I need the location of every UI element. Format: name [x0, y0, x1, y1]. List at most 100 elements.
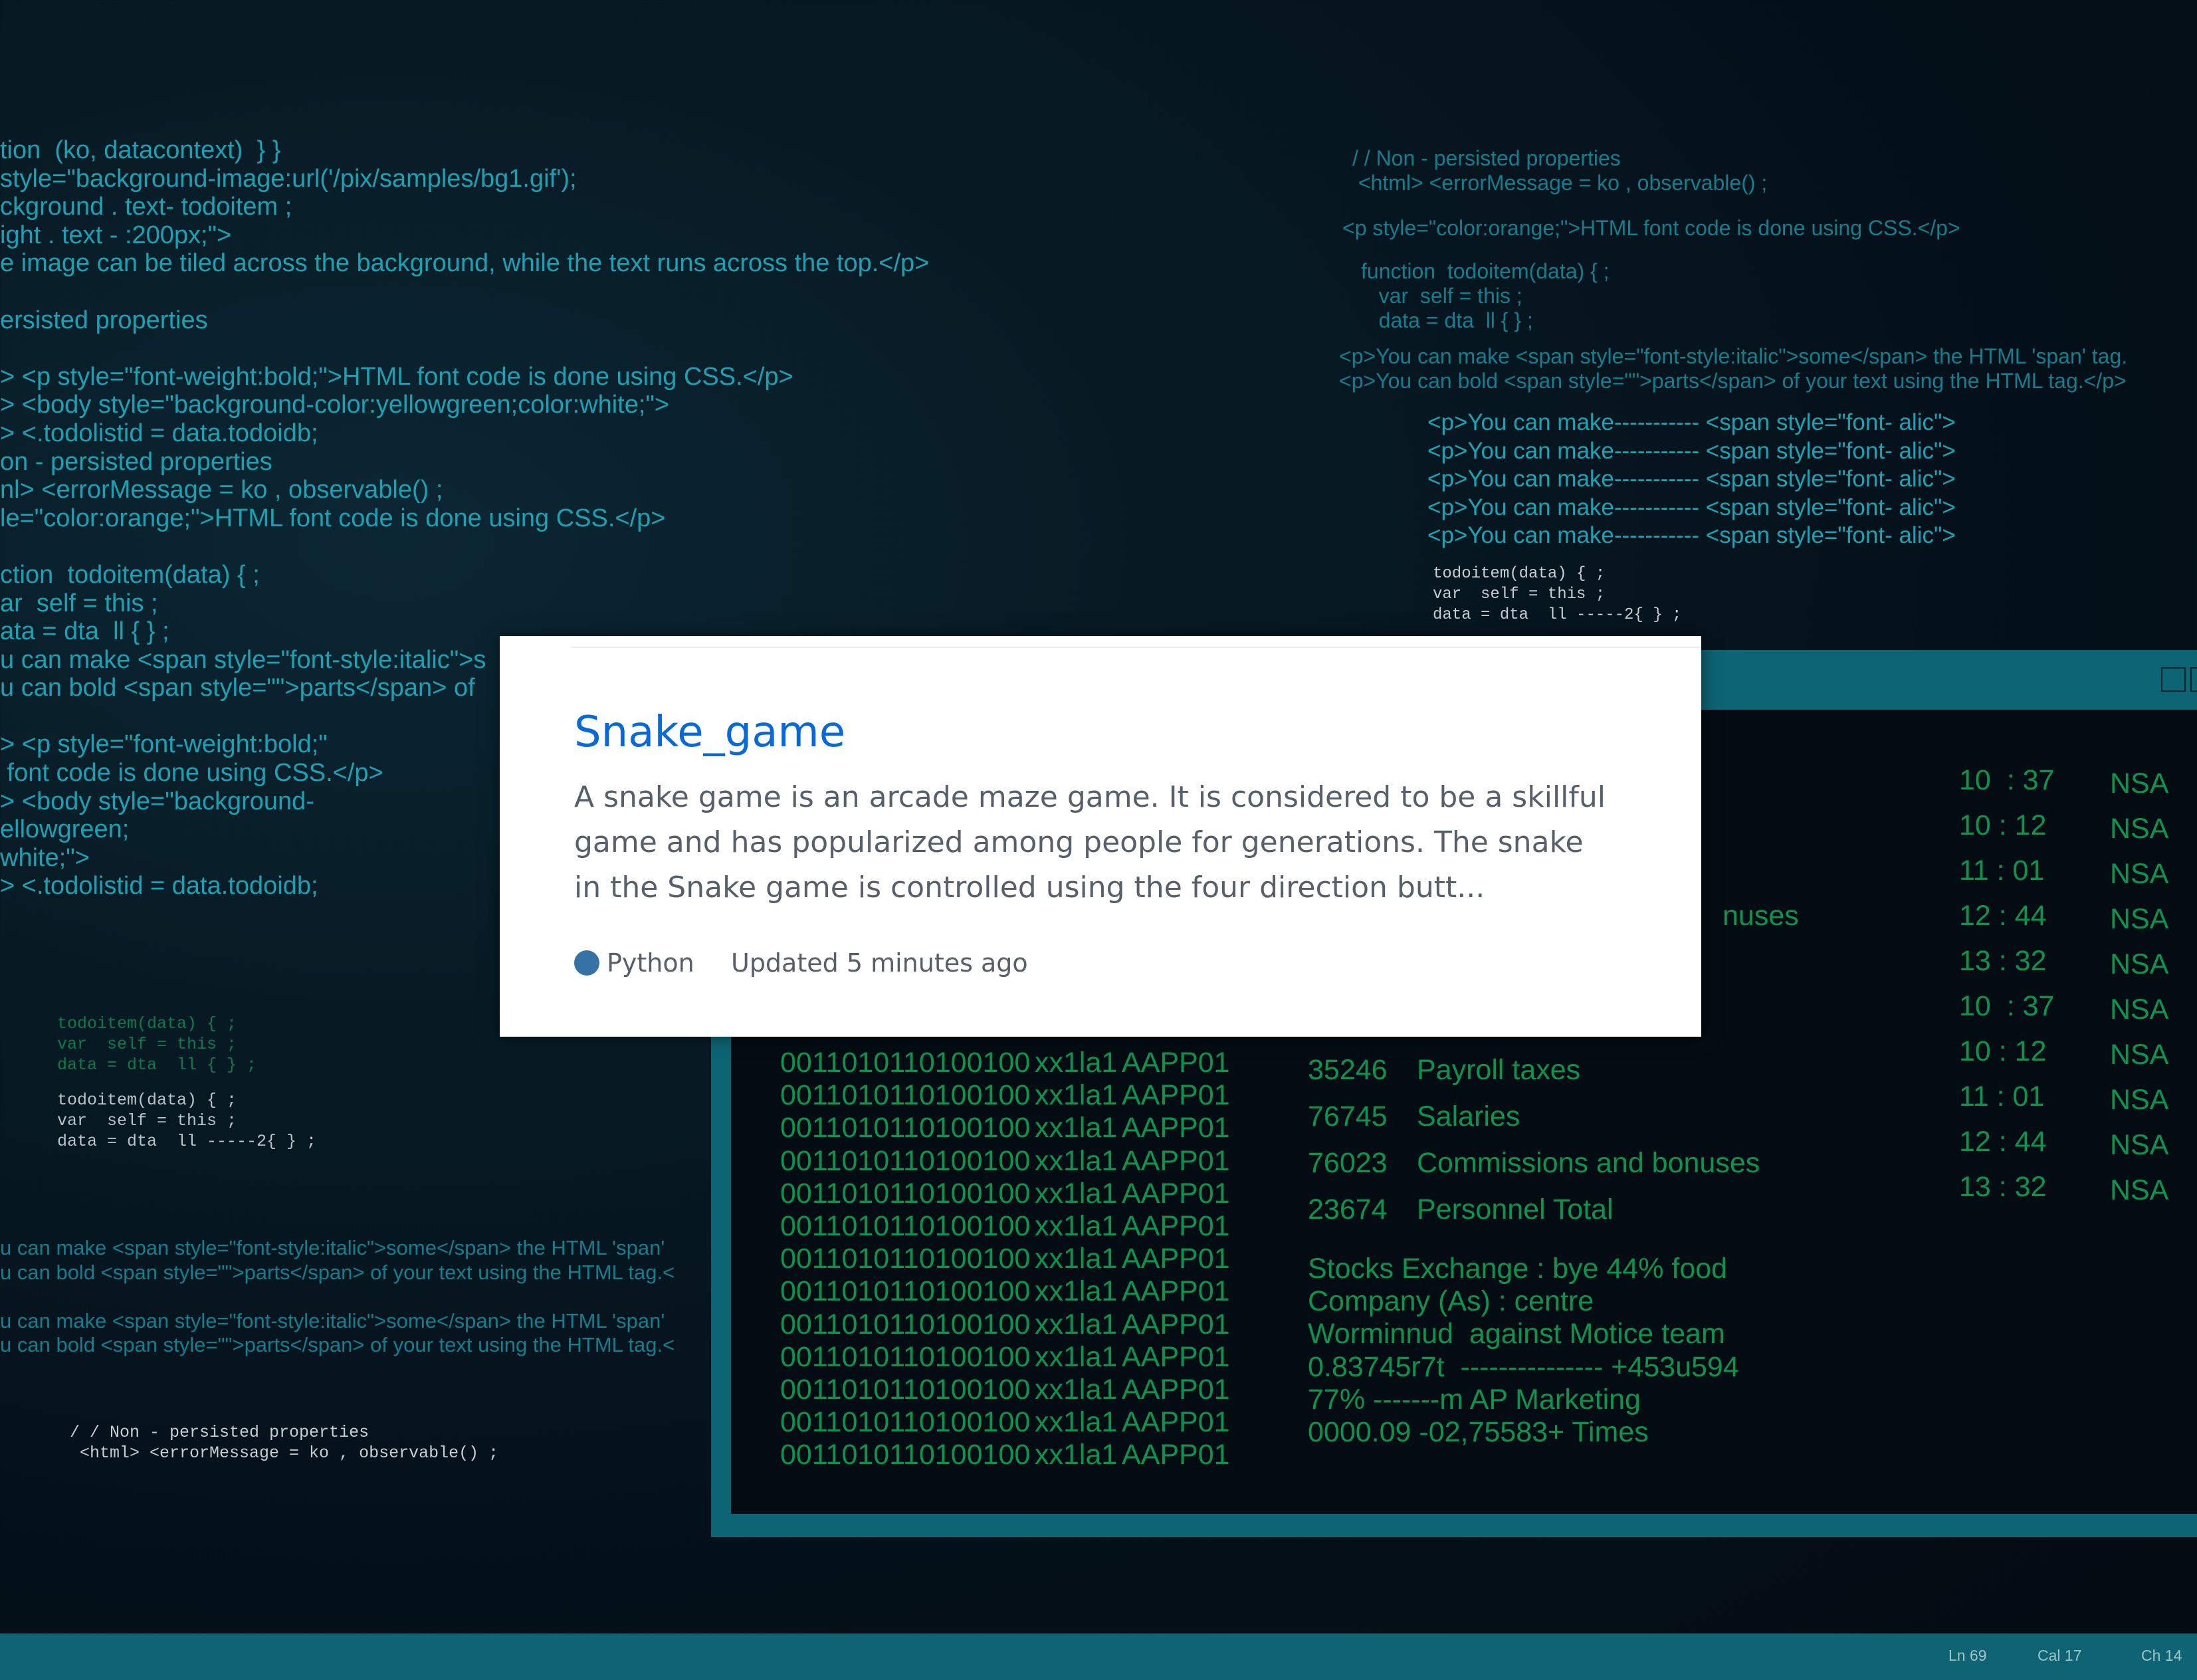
nsa-cell: NSA: [2110, 768, 2169, 799]
code-line-right-p: <p style="color:orange;">HTML font code …: [1342, 216, 1960, 240]
code-line: ersisted properties: [0, 306, 208, 334]
binary-cell: 0011010110100100: [780, 1177, 1031, 1209]
code-block-right-function: function todoitem(data) { ; var self = t…: [1361, 259, 1610, 333]
code-line: tion (ko, datacontext) } }: [0, 136, 281, 164]
time-cell: 13 : 32: [1959, 945, 2047, 977]
account-number: 76745: [1308, 1101, 1388, 1132]
code-line: data = dta ll { } ;: [1361, 308, 1533, 332]
app-cell: AAPP01: [1122, 1374, 1230, 1406]
status-line: Ln 69: [1948, 1647, 1987, 1664]
nsa-cell: NSA: [2110, 1174, 2169, 1206]
nsa-cell: NSA: [2110, 1039, 2169, 1071]
code-line: nl> <errorMessage = ko , observable() ;: [0, 476, 443, 504]
code-line: u can make <span style="font-style:itali…: [0, 1309, 665, 1332]
xx-cell: xx1la1: [1035, 1079, 1118, 1112]
account-name: Personnel Total: [1417, 1194, 1614, 1225]
nsa-column: NSA NSA NSA NSA NSA NSA NSA NSA NSA NSA: [2110, 761, 2168, 1213]
code-line: style="background-image:url('/pix/sample…: [0, 164, 577, 193]
repo-title-link[interactable]: Snake_game: [574, 708, 845, 757]
code-line: data = dta ll { } ;: [57, 1055, 257, 1075]
code-block-left-small-green: todoitem(data) { ; var self = this ; data …: [57, 1013, 257, 1075]
code-line: <html> <errorMessage = ko , observable()…: [1352, 171, 1768, 195]
code-line: > <p style="font-weight:bold;">HTML font…: [0, 362, 793, 391]
time-column: 10 : 37 10 : 12 11 : 01 12 : 44 13 : 32 10 : …: [1959, 758, 2054, 1209]
code-line: <p>You can make----------- <span style="…: [1427, 494, 1956, 520]
xx-cell: xx1la1: [1035, 1144, 1118, 1177]
app-cell: AAPP01: [1122, 1308, 1230, 1340]
language-color-icon: [574, 950, 599, 976]
code-block-right-top: / / Non - persisted properties <html> <e…: [1352, 146, 1767, 195]
code-line: data = dta ll -----2{ } ;: [1433, 606, 1682, 624]
code-block-right-spans: <p>You can make <span style="font-style:…: [1339, 344, 2127, 393]
stocks-line: Company (As) : centre: [1308, 1285, 1594, 1318]
account-name: Salaries: [1417, 1101, 1520, 1132]
binary-cell: 0011010110100100: [780, 1340, 1031, 1373]
xx-column: xx1la1 xx1la1 xx1la1 xx1la1 xx1la1 xx1la1 xx1l…: [1035, 1047, 1117, 1472]
nsa-cell: NSA: [2110, 813, 2169, 845]
stocks-line: 0.83745r7t --------------- +453u594: [1308, 1350, 1739, 1383]
time-cell: 11 : 01: [1959, 855, 2045, 887]
code-line: / / Non - persisted properties: [70, 1423, 369, 1442]
code-line: / / Non - persisted properties: [1352, 146, 1621, 170]
code-block-left-small-grey: todoitem(data) { ; var self = this ; data …: [57, 1090, 316, 1152]
code-line: var self = this ;: [1433, 585, 1606, 603]
app-cell: AAPP01: [1122, 1340, 1230, 1373]
code-line: <p>You can make <span style="font-style:…: [1339, 344, 2128, 368]
xx-cell: xx1la1: [1035, 1177, 1118, 1209]
account-number: 76023: [1308, 1147, 1388, 1179]
code-line: <p>You can make----------- <span style="…: [1427, 466, 1956, 492]
code-line: data = dta ll -----2{ } ;: [57, 1132, 317, 1151]
app-cell: AAPP01: [1122, 1079, 1230, 1112]
nsa-cell: NSA: [2110, 1084, 2169, 1116]
app-cell: AAPP01: [1122, 1047, 1230, 1079]
stocks-line: Worminnud against Motice team: [1308, 1318, 1725, 1350]
card-divider: [572, 647, 1701, 648]
code-line: ckground . text- todoitem ;: [0, 193, 292, 221]
time-cell: 12 : 44: [1959, 900, 2047, 932]
app-cell: AAPP01: [1122, 1210, 1230, 1243]
code-line: var self = this ;: [57, 1111, 237, 1130]
binary-cell: 0011010110100100: [780, 1243, 1031, 1275]
code-line: <p>You can make----------- <span style="…: [1427, 409, 1956, 435]
time-cell: 10 : 12: [1959, 809, 2047, 841]
code-line: todoitem(data) { ;: [1433, 565, 1606, 583]
app-cell: AAPP01: [1122, 1243, 1230, 1275]
account-name-partial: nuses: [1723, 900, 1799, 932]
xx-cell: xx1la1: [1035, 1374, 1118, 1406]
code-line: e image can be tiled across the backgrou…: [0, 249, 930, 278]
code-line: ar self = this ;: [0, 589, 158, 617]
account-name: Commissions and bonuses: [1417, 1147, 1760, 1179]
close-icon[interactable]: [2190, 667, 2197, 692]
binary-cell: 0011010110100100: [780, 1439, 1031, 1471]
code-line: > <body style="background-color:yellowgr…: [0, 391, 670, 419]
app-cell: AAPP01: [1122, 1275, 1230, 1308]
xx-cell: xx1la1: [1035, 1275, 1118, 1308]
app-cell: AAPP01: [1122, 1406, 1230, 1439]
code-block-left-bottom: / / Non - persisted properties <html> <e…: [70, 1422, 498, 1463]
xx-cell: xx1la1: [1035, 1439, 1118, 1471]
nsa-cell: NSA: [2110, 1129, 2169, 1161]
code-line: u can bold <span style="">parts</span> o…: [0, 1260, 675, 1284]
time-cell: 10 : 37: [1959, 990, 2055, 1022]
account-number: 23674: [1308, 1194, 1388, 1225]
binary-cell: 0011010110100100: [780, 1047, 1031, 1079]
binary-cell: 0011010110100100: [780, 1112, 1031, 1144]
app-cell: AAPP01: [1122, 1144, 1230, 1177]
repo-description: A snake game is an arcade maze game. It …: [574, 780, 1606, 904]
time-cell: 13 : 32: [1959, 1171, 2047, 1203]
maximize-icon[interactable]: [2161, 667, 2186, 692]
status-char: Ch 14: [2141, 1647, 2182, 1664]
xx-cell: xx1la1: [1035, 1243, 1118, 1275]
app-column: AAPP01 AAPP01 AAPP01 AAPP01 AAPP01 AAPP01 AAPP…: [1122, 1047, 1230, 1472]
code-line: le="color:orange;">HTML font code is don…: [0, 504, 666, 532]
xx-cell: xx1la1: [1035, 1047, 1118, 1079]
binary-cell: 0011010110100100: [780, 1079, 1031, 1112]
repo-updated-time: Updated 5 minutes ago: [731, 948, 1028, 978]
xx-cell: xx1la1: [1035, 1112, 1118, 1144]
binary-column: 0011010110100100 0011010110100100 00110101…: [780, 1047, 1030, 1472]
code-line: <p>You can make----------- <span style="…: [1427, 522, 1956, 549]
code-line: <p>You can make----------- <span style="…: [1427, 437, 1956, 464]
account-name-column: Payroll taxes Salaries Commissions and bon…: [1417, 1047, 1760, 1233]
